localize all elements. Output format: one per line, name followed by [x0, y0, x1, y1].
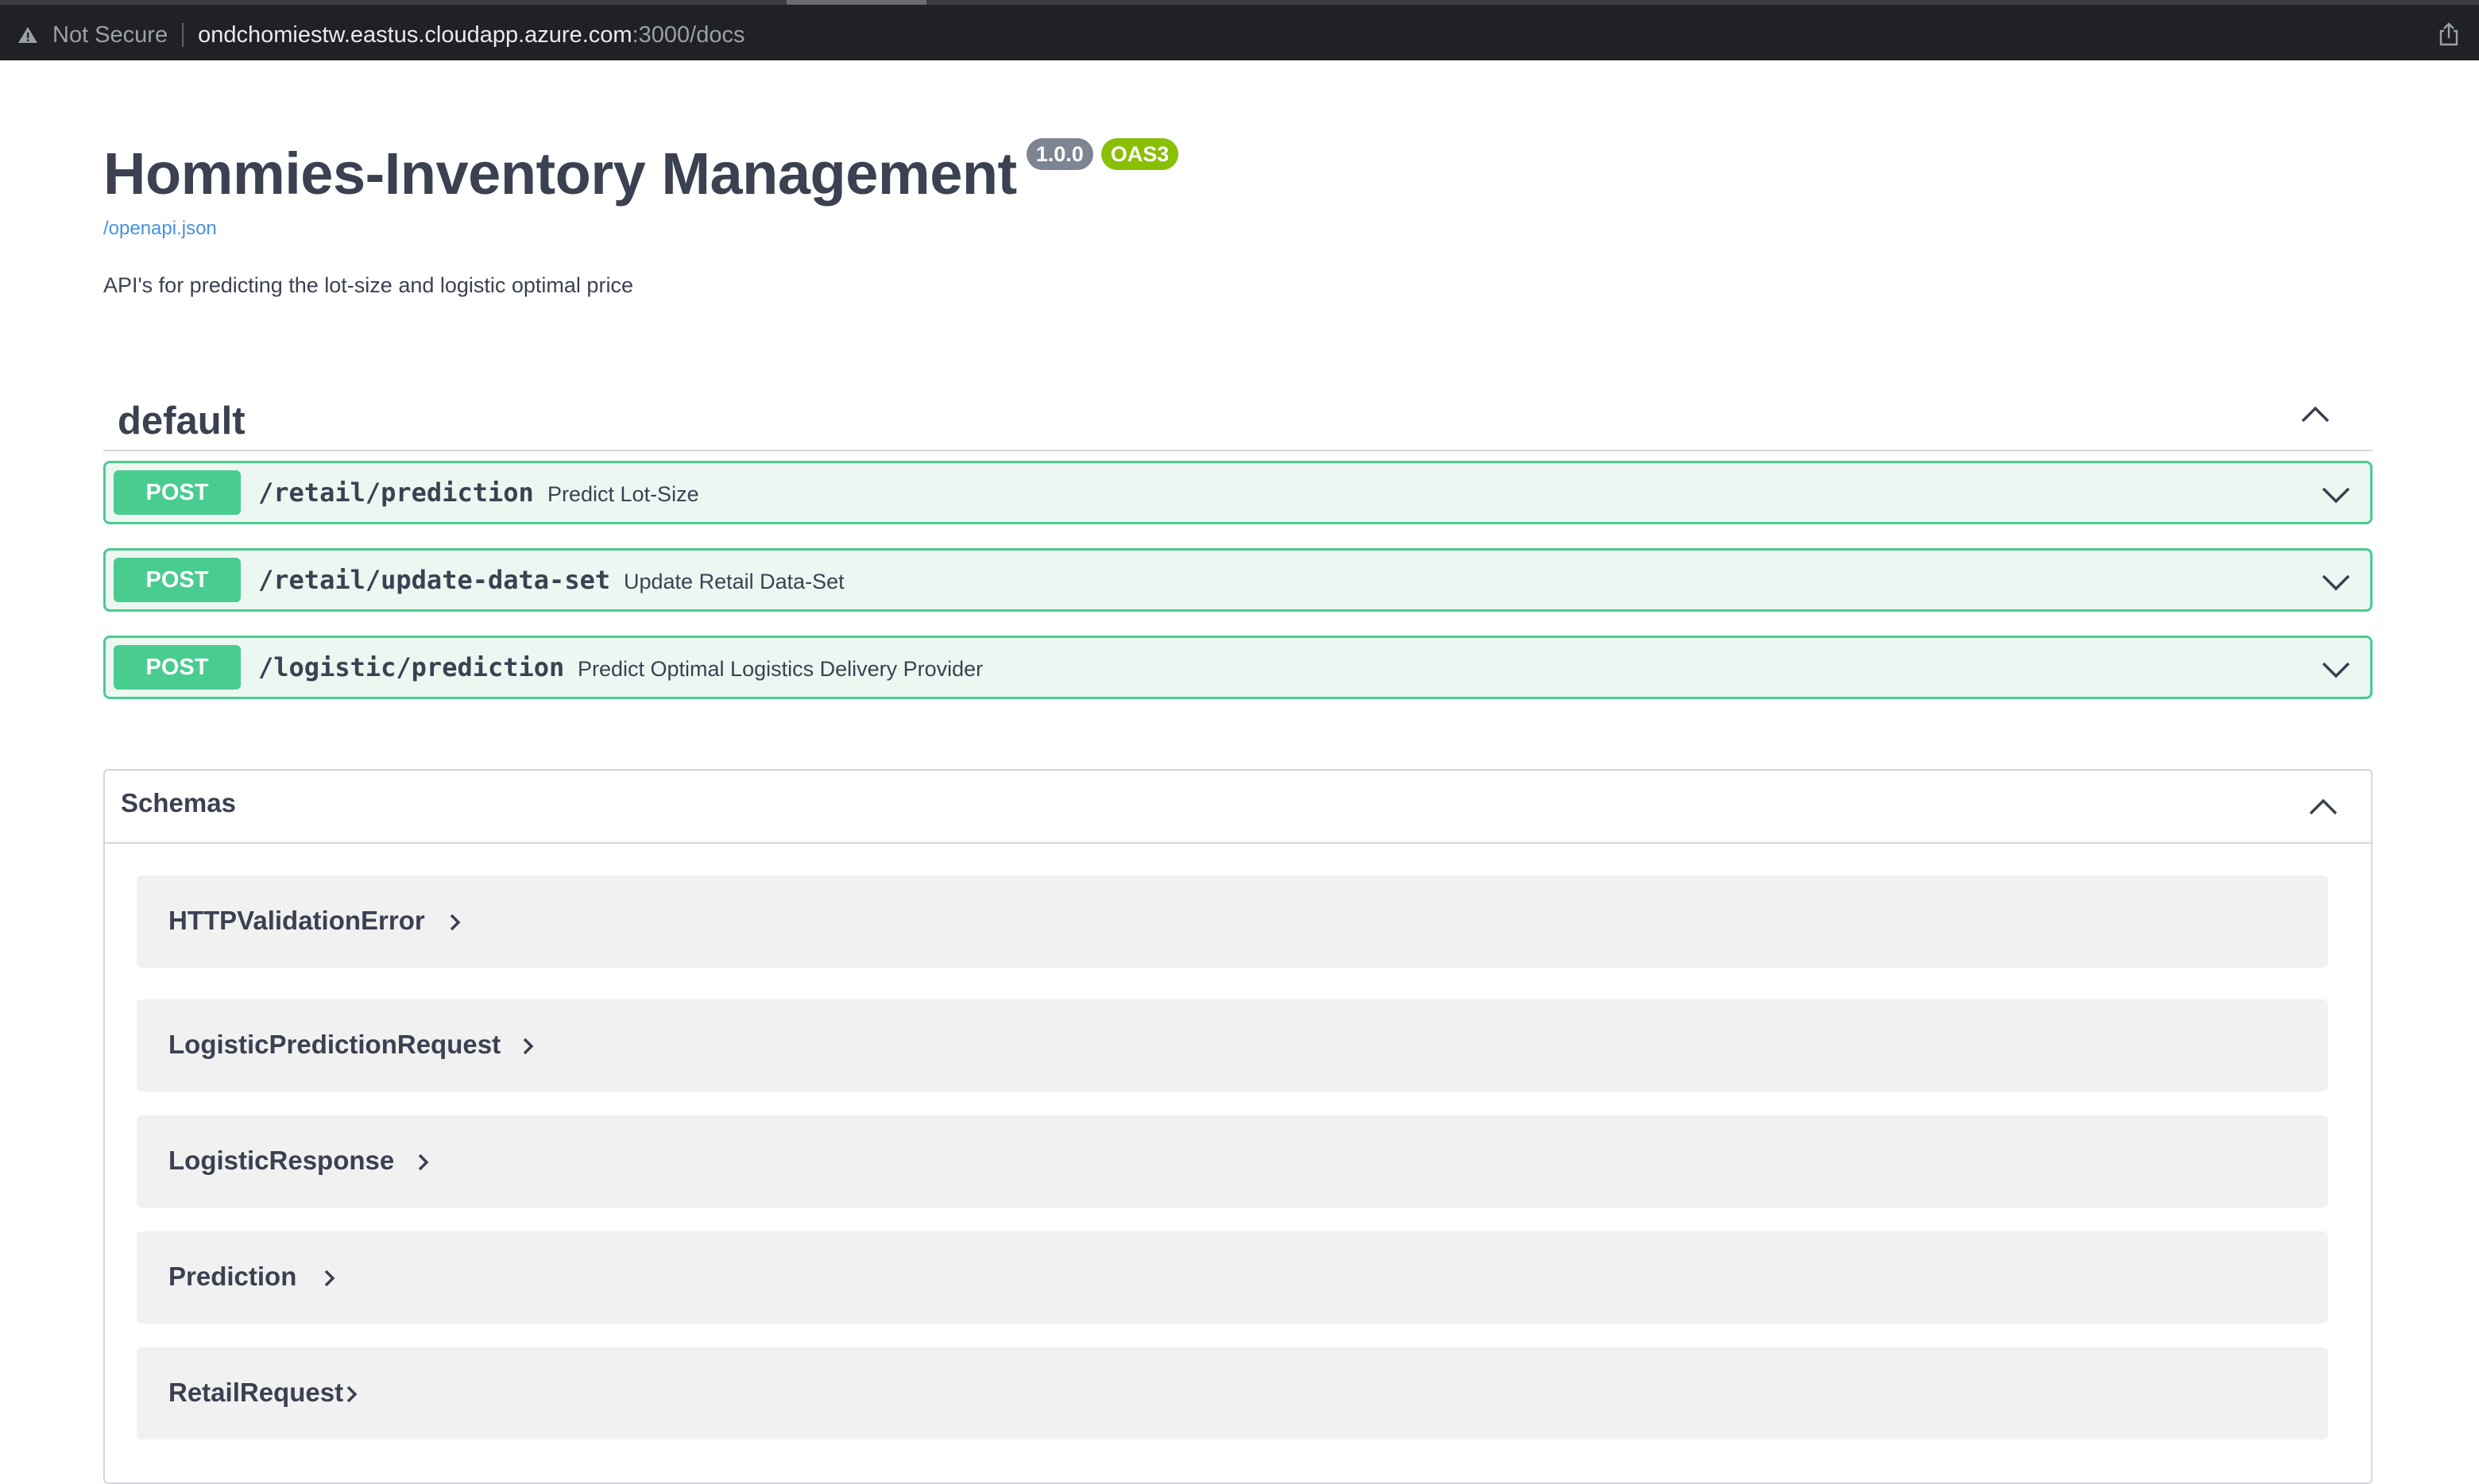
schema-model-prediction[interactable]: Prediction [137, 1231, 2328, 1324]
operation-path[interactable]: /retail/prediction [258, 477, 534, 508]
tab-indicator [787, 0, 926, 5]
schema-model-httpvalidationerror[interactable]: HTTPValidationError [137, 875, 2328, 968]
warning-icon[interactable] [17, 25, 38, 45]
chevron-right-icon[interactable] [321, 1268, 338, 1289]
operation-summary[interactable]: Update Retail Data-Set [624, 570, 845, 594]
url-path[interactable]: :3000/docs [632, 22, 745, 48]
schema-model-logisticpredictionrequest[interactable]: LogisticPredictionRequest [137, 999, 2328, 1092]
url-field[interactable]: Not Secure ondchomiestw.eastus.cloudapp.… [17, 17, 744, 52]
model-name[interactable]: Prediction [168, 1262, 296, 1292]
operation-path[interactable]: /logistic/prediction [258, 652, 564, 682]
operation-retail-prediction[interactable]: POST /retail/prediction Predict Lot-Size [103, 461, 2373, 524]
url-host[interactable]: ondchomiestw.eastus.cloudapp.azure.com [198, 22, 632, 48]
version-badge: 1.0.0 [1026, 138, 1093, 170]
method-badge[interactable]: POST [114, 645, 241, 690]
openapi-json-link[interactable]: /openapi.json [103, 218, 1178, 240]
model-name[interactable]: RetailRequest [168, 1378, 343, 1408]
api-info: Hommies-Inventory Management 1.0.0 OAS3 … [103, 137, 1179, 298]
share-icon[interactable] [2438, 22, 2460, 46]
chevron-right-icon[interactable] [520, 1036, 537, 1057]
chevron-right-icon[interactable] [343, 1384, 361, 1405]
chevron-right-icon[interactable] [415, 1152, 432, 1173]
url-divider [182, 23, 184, 47]
operation-retail-update-data-set[interactable]: POST /retail/update-data-set Update Reta… [103, 548, 2373, 612]
method-badge[interactable]: POST [114, 470, 241, 515]
tag-default-header[interactable]: default [103, 378, 2373, 451]
title-row: Hommies-Inventory Management 1.0.0 OAS3 [103, 137, 1179, 211]
browser-address-bar: Not Secure ondchomiestw.eastus.cloudapp.… [0, 0, 2479, 60]
security-label[interactable]: Not Secure [52, 22, 168, 48]
chevron-right-icon[interactable] [447, 912, 464, 933]
api-description: API's for predicting the lot-size and lo… [103, 273, 633, 297]
swagger-page: Hommies-Inventory Management 1.0.0 OAS3 … [0, 60, 2479, 1484]
operation-summary[interactable]: Predict Lot-Size [547, 482, 699, 507]
operation-path[interactable]: /retail/update-data-set [258, 565, 610, 595]
schemas-header[interactable]: Schemas [105, 771, 2371, 844]
operation-summary[interactable]: Predict Optimal Logistics Delivery Provi… [578, 657, 983, 682]
tag-title[interactable]: default [118, 399, 246, 443]
chevron-down-icon[interactable] [2321, 654, 2351, 684]
chevron-up-icon[interactable] [2299, 399, 2331, 431]
model-name[interactable]: LogisticResponse [168, 1146, 394, 1176]
schemas-section: Schemas HTTPValidationError LogisticPred… [103, 769, 2373, 1484]
model-name[interactable]: HTTPValidationError [168, 906, 425, 936]
chevron-up-icon[interactable] [2307, 791, 2339, 823]
api-title: Hommies-Inventory Management [103, 141, 1017, 207]
method-badge[interactable]: POST [114, 558, 241, 602]
operation-logistic-prediction[interactable]: POST /logistic/prediction Predict Optima… [103, 636, 2373, 699]
schema-model-logisticresponse[interactable]: LogisticResponse [137, 1115, 2328, 1208]
oas-badge: OAS3 [1100, 138, 1179, 170]
chevron-down-icon[interactable] [2321, 566, 2351, 597]
schemas-title[interactable]: Schemas [121, 788, 236, 818]
schema-model-retailrequest[interactable]: RetailRequest [137, 1347, 2328, 1440]
model-name[interactable]: LogisticPredictionRequest [168, 1030, 501, 1060]
chevron-down-icon[interactable] [2321, 479, 2351, 509]
